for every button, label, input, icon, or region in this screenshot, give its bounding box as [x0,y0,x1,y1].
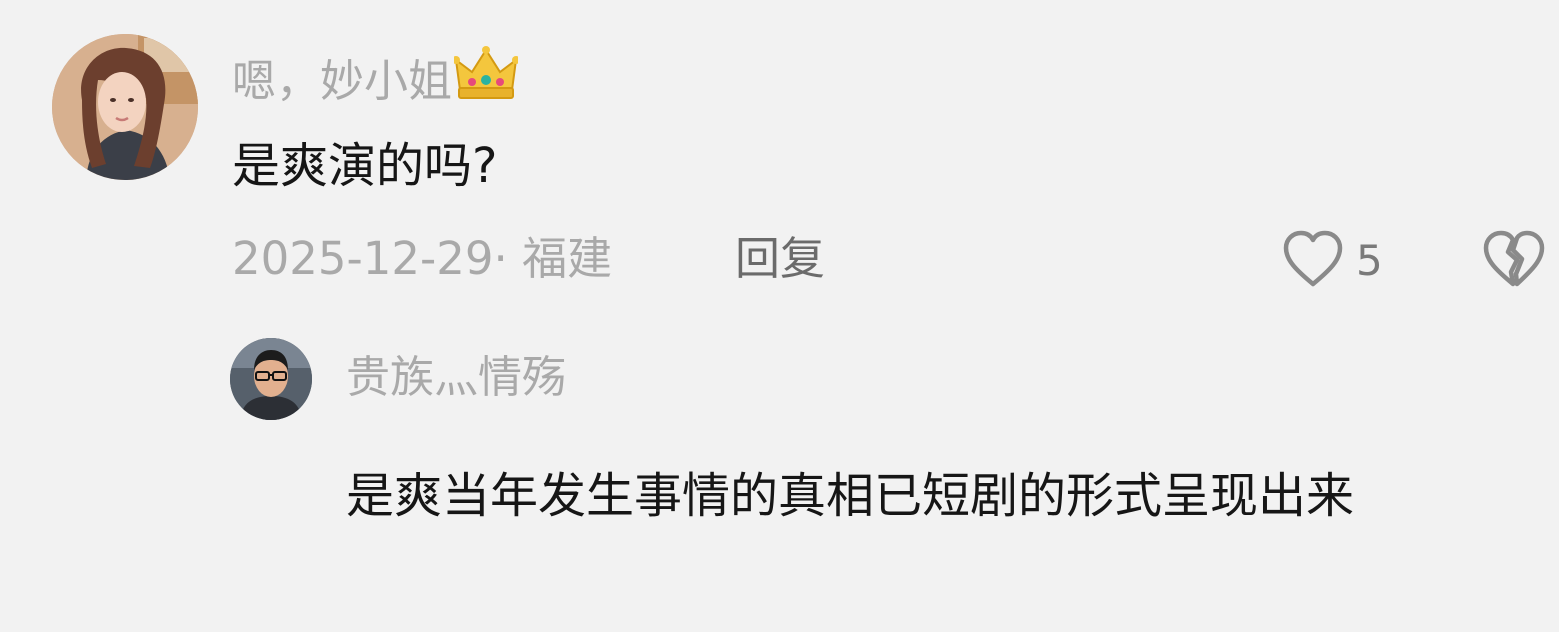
username-text: 嗯，妙小姐 [232,56,452,107]
comment-thread: 嗯，妙小姐 是爽演的吗? 2025-12-29· 福建 回复 5 贵族灬情殇 是… [0,0,1559,632]
user-avatar-image [52,34,198,180]
reply-user-avatar-image [230,338,312,420]
reply-avatar[interactable] [230,338,312,420]
comment-date-location: 2025-12-29· 福建 [232,232,613,285]
reply-text: 是爽当年发生事情的真相已短剧的形式呈现出来 [346,468,1355,524]
like-count: 5 [1356,236,1383,285]
reply-username[interactable]: 贵族灬情殇 [346,356,566,400]
reply-button[interactable]: 回复 [735,236,825,281]
comment-username[interactable]: 嗯，妙小姐 [232,46,520,110]
comment-text: 是爽演的吗? [232,138,498,194]
avatar[interactable] [52,34,198,180]
broken-heart-icon[interactable] [1482,230,1546,290]
heart-icon[interactable] [1282,230,1344,290]
crown-icon [452,46,520,110]
